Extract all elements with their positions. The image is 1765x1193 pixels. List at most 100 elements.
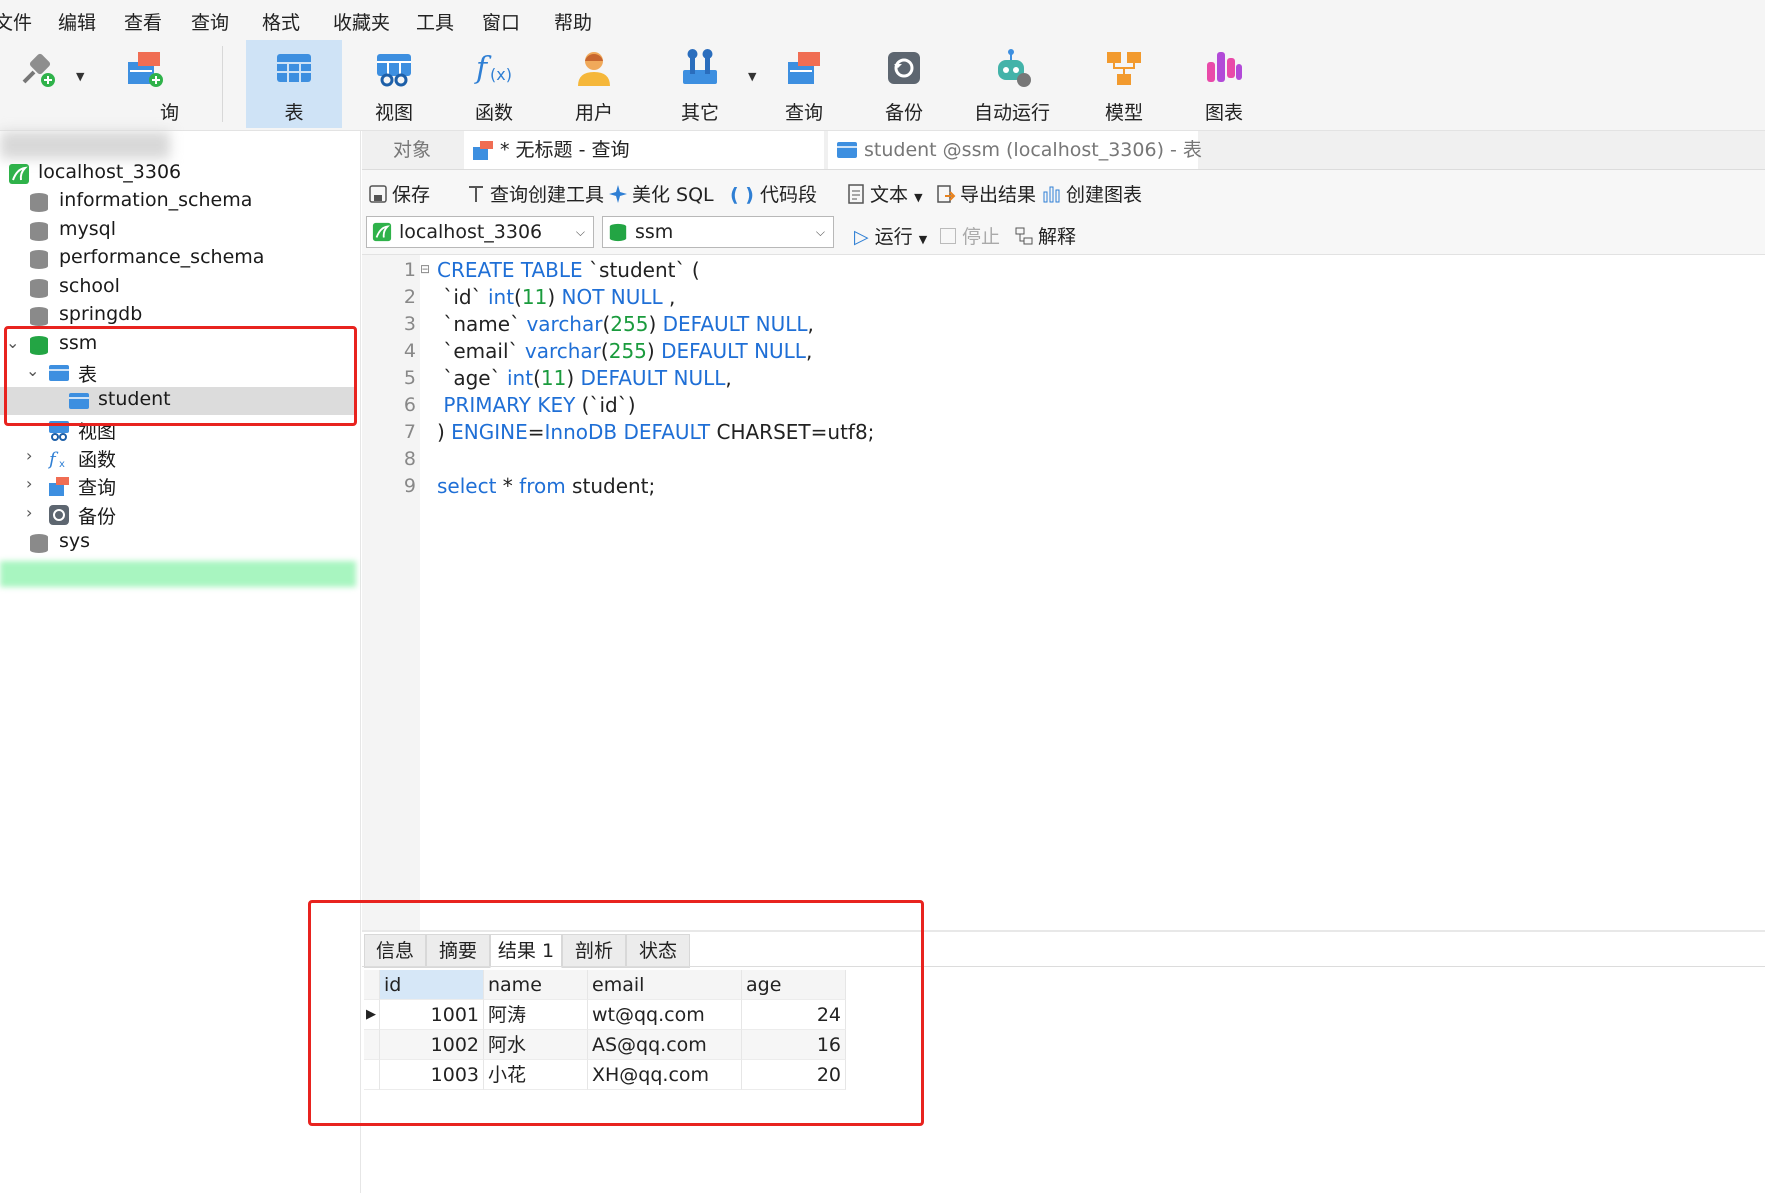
document-icon	[848, 184, 864, 204]
tab-query[interactable]: * 无标题 - 查询	[464, 131, 824, 169]
menu-view[interactable]: 查看	[124, 8, 162, 35]
highlight-box	[308, 900, 924, 1126]
database-icon	[30, 534, 48, 553]
other-button[interactable]: 其它 ▼	[652, 40, 756, 128]
connection-button[interactable]: ▼	[0, 40, 92, 128]
tree-item-database[interactable]: mysql	[0, 217, 356, 245]
new-query-button[interactable]: 询	[100, 40, 192, 128]
query-button[interactable]: 查询	[756, 40, 852, 128]
chevron-down-icon: ⌵	[575, 225, 585, 239]
blurred-region	[0, 131, 170, 159]
tree-item-database[interactable]: information_schema	[0, 188, 356, 216]
query-builder-button[interactable]: 查询创建工具	[466, 180, 604, 207]
tab-table[interactable]: student @ssm (localhost_3306) - 表	[828, 131, 1202, 169]
query-icon	[49, 477, 69, 496]
model-icon	[1107, 52, 1141, 85]
tree-item-backups[interactable]: › 备份	[0, 501, 356, 529]
menu-format[interactable]: 格式	[262, 8, 300, 35]
save-label: 保存	[392, 184, 431, 206]
backup-icon	[888, 52, 920, 84]
line-number: 6	[403, 394, 416, 416]
automation-button[interactable]: 自动运行	[956, 40, 1068, 128]
database-select[interactable]: ssm ⌵	[602, 216, 834, 248]
create-chart-button[interactable]: 创建图表	[1042, 180, 1142, 207]
chevron-right-icon[interactable]: ›	[26, 446, 32, 465]
menu-query[interactable]: 查询	[191, 8, 229, 35]
mysql-connection-icon	[9, 164, 29, 184]
create-chart-label: 创建图表	[1066, 184, 1143, 206]
plug-icon	[22, 53, 55, 87]
tree-item-database[interactable]: sys	[0, 529, 356, 557]
other-label: 其它	[680, 102, 719, 124]
tree-item-connection[interactable]: localhost_3306	[0, 160, 356, 188]
line-number: 8	[403, 448, 416, 470]
mysql-connection-icon	[372, 222, 392, 242]
line-number: 5	[403, 367, 416, 389]
view-button[interactable]: 视图	[346, 40, 442, 128]
connection-select[interactable]: localhost_3306 ⌵	[366, 216, 594, 248]
new-query-label: 询	[160, 102, 180, 124]
code-line: `id` int(11) NOT NULL ,	[437, 285, 676, 309]
svg-text:(x): (x)	[490, 65, 512, 84]
explain-label: 解释	[1038, 226, 1077, 248]
chevron-down-icon[interactable]: ▼	[914, 191, 922, 204]
table-label: 表	[284, 102, 304, 124]
backup-label: 备份	[884, 102, 923, 124]
menu-help[interactable]: 帮助	[554, 8, 592, 35]
export-results-button[interactable]: 导出结果	[936, 180, 1036, 207]
line-number: 1	[403, 259, 416, 281]
run-label: 运行	[874, 226, 913, 248]
chart-label: 图表	[1204, 102, 1243, 124]
parentheses-icon: ( )	[730, 184, 754, 206]
chevron-right-icon[interactable]: ›	[26, 474, 32, 493]
table-button[interactable]: 表	[246, 40, 342, 128]
chart-button[interactable]: 图表	[1176, 40, 1272, 128]
beautify-sql-button[interactable]: 美化 SQL	[608, 180, 714, 207]
menu-file[interactable]: 文件	[0, 8, 32, 35]
model-label: 模型	[1104, 102, 1143, 124]
code-line: CREATE TABLE `student` (	[437, 258, 700, 282]
menu-tools[interactable]: 工具	[416, 8, 454, 35]
fold-icon[interactable]: ⊟	[420, 262, 430, 276]
functions-label: 函数	[78, 449, 117, 471]
chevron-down-icon[interactable]: ▼	[76, 70, 84, 83]
chevron-down-icon: ⌵	[815, 225, 825, 239]
text-button[interactable]: 文本 ▼	[846, 180, 923, 207]
function-button[interactable]: f (x) 函数	[446, 40, 542, 128]
sparkle-icon	[609, 185, 627, 203]
database-icon	[30, 250, 48, 269]
bar-chart-icon	[1043, 186, 1060, 203]
run-button[interactable]: ▷ 运行 ▼	[854, 222, 927, 249]
explain-button[interactable]: 解释	[1014, 222, 1076, 249]
save-button[interactable]: 保存	[368, 180, 430, 207]
tree-item-database[interactable]: school	[0, 274, 356, 302]
database-label: springdb	[59, 303, 143, 325]
database-icon	[30, 307, 48, 326]
tree-item-database[interactable]: springdb	[0, 302, 356, 326]
tree-item-queries[interactable]: › 查询	[0, 472, 356, 500]
backup-button[interactable]: 备份	[856, 40, 952, 128]
menu-window[interactable]: 窗口	[482, 8, 520, 35]
tab-objects[interactable]: 对象	[362, 131, 462, 169]
export-icon	[937, 185, 956, 203]
model-button[interactable]: 模型	[1076, 40, 1172, 128]
database-open-icon	[609, 223, 627, 242]
backup-icon	[49, 505, 69, 525]
tree-item-database[interactable]: performance_schema	[0, 245, 356, 273]
line-number: 2	[403, 286, 416, 308]
svg-text:f: f	[48, 449, 59, 469]
menu-edit[interactable]: 编辑	[58, 8, 96, 35]
stop-button[interactable]: 停止	[940, 222, 1000, 249]
chevron-right-icon[interactable]: ›	[26, 503, 32, 522]
database-label: school	[59, 275, 120, 297]
tree-item-functions[interactable]: › fx 函数	[0, 444, 356, 472]
chevron-down-icon[interactable]: ▼	[919, 233, 927, 246]
menu-favorites[interactable]: 收藏夹	[333, 8, 390, 35]
blurred-region	[0, 561, 356, 587]
robot-icon	[998, 49, 1031, 87]
automation-label: 自动运行	[973, 102, 1050, 124]
user-button[interactable]: 用户	[546, 40, 642, 128]
snippet-button[interactable]: ( ) 代码段	[730, 180, 817, 207]
play-icon: ▷	[854, 226, 869, 248]
chart-icon	[1207, 52, 1242, 82]
